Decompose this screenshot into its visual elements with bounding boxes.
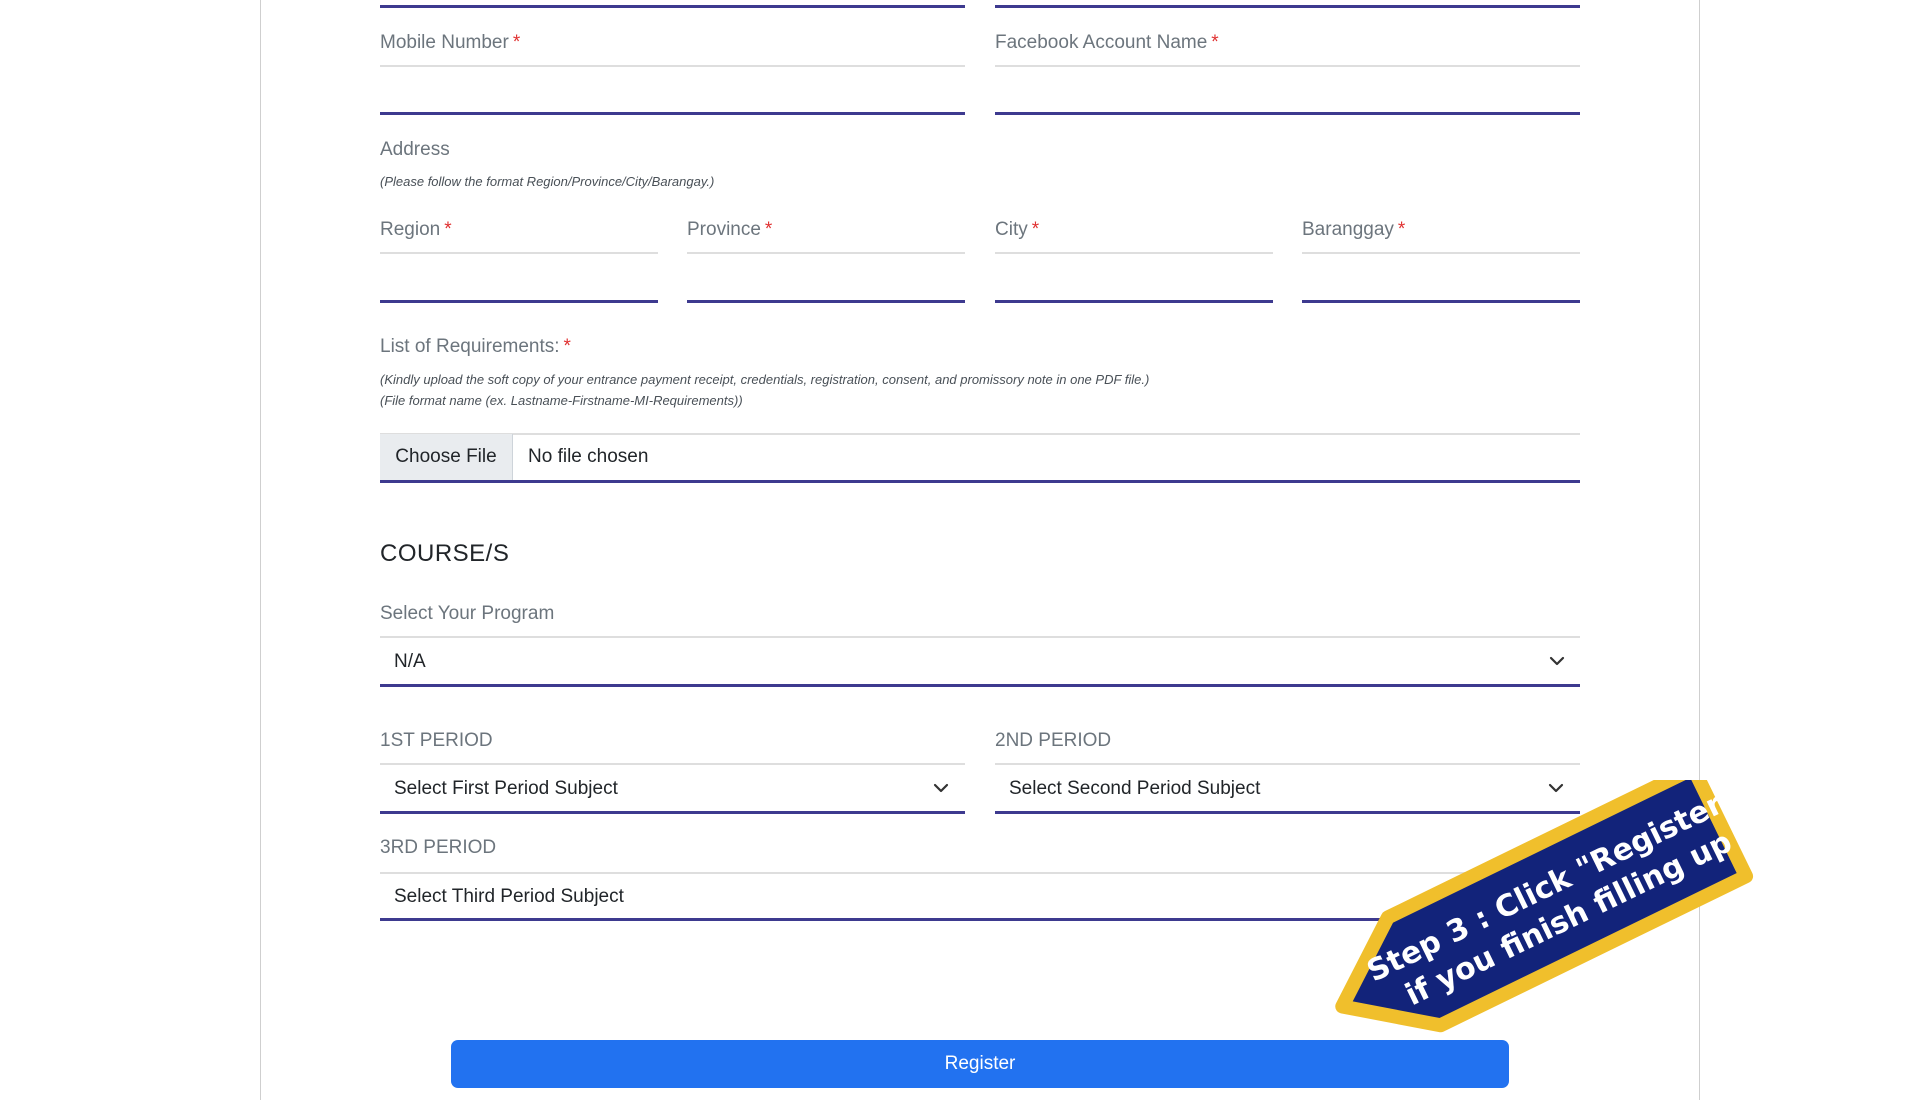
facebook-account-input[interactable] — [995, 67, 1580, 112]
period3-label: 3RD PERIOD — [380, 837, 497, 858]
facebook-account-label: Facebook Account Name * — [995, 32, 1219, 53]
province-underline — [687, 300, 965, 303]
city-input[interactable] — [995, 254, 1273, 300]
program-select-underline — [380, 684, 1580, 687]
region-input[interactable] — [380, 254, 658, 300]
file-field-underline — [380, 480, 1580, 483]
barangay-underline — [1302, 300, 1580, 303]
program-select[interactable]: N/A — [380, 638, 1580, 684]
barangay-label: Baranggay * — [1302, 219, 1406, 240]
period2-label: 2ND PERIOD — [995, 730, 1112, 751]
mobile-number-underline — [380, 112, 965, 115]
requirements-hint-1: (Kindly upload the soft copy of your ent… — [380, 372, 1150, 387]
barangay-input[interactable] — [1302, 254, 1580, 300]
chevron-down-icon — [933, 783, 949, 793]
program-label: Select Your Program — [380, 603, 555, 624]
period1-select-value: Select First Period Subject — [394, 778, 618, 799]
period1-label: 1ST PERIOD — [380, 730, 493, 751]
city-underline — [995, 300, 1273, 303]
province-label: Province * — [687, 219, 773, 240]
period1-select-underline — [380, 811, 965, 814]
register-button[interactable]: Register — [451, 1040, 1509, 1088]
program-select-value: N/A — [394, 651, 426, 672]
chevron-down-icon — [1549, 656, 1565, 666]
mobile-number-input[interactable] — [380, 67, 965, 112]
file-field-top — [380, 433, 1580, 435]
province-input[interactable] — [687, 254, 965, 300]
period2-select-value: Select Second Period Subject — [1009, 778, 1261, 799]
requirements-label: List of Requirements: * — [380, 336, 571, 357]
facebook-underline — [995, 112, 1580, 115]
region-underline — [380, 300, 658, 303]
city-label: City * — [995, 219, 1040, 240]
region-label: Region * — [380, 219, 452, 240]
address-hint: (Please follow the format Region/Provinc… — [380, 174, 715, 189]
step3-callout-banner: Step 3 : Click "Register" if you finish … — [1335, 780, 1754, 1033]
period1-select[interactable]: Select First Period Subject — [380, 765, 965, 812]
previous-field-underline-left — [380, 5, 965, 8]
choose-file-button[interactable]: Choose File — [380, 434, 513, 480]
address-label: Address — [380, 139, 450, 160]
courses-section-title: COURSE/S — [380, 540, 510, 567]
requirements-hint-2: (File format name (ex. Lastname-Firstnam… — [380, 393, 743, 408]
previous-field-underline-right — [995, 5, 1580, 8]
period3-select-value: Select Third Period Subject — [394, 886, 624, 907]
file-status-text: No file chosen — [528, 446, 649, 467]
mobile-number-label: Mobile Number * — [380, 32, 521, 53]
